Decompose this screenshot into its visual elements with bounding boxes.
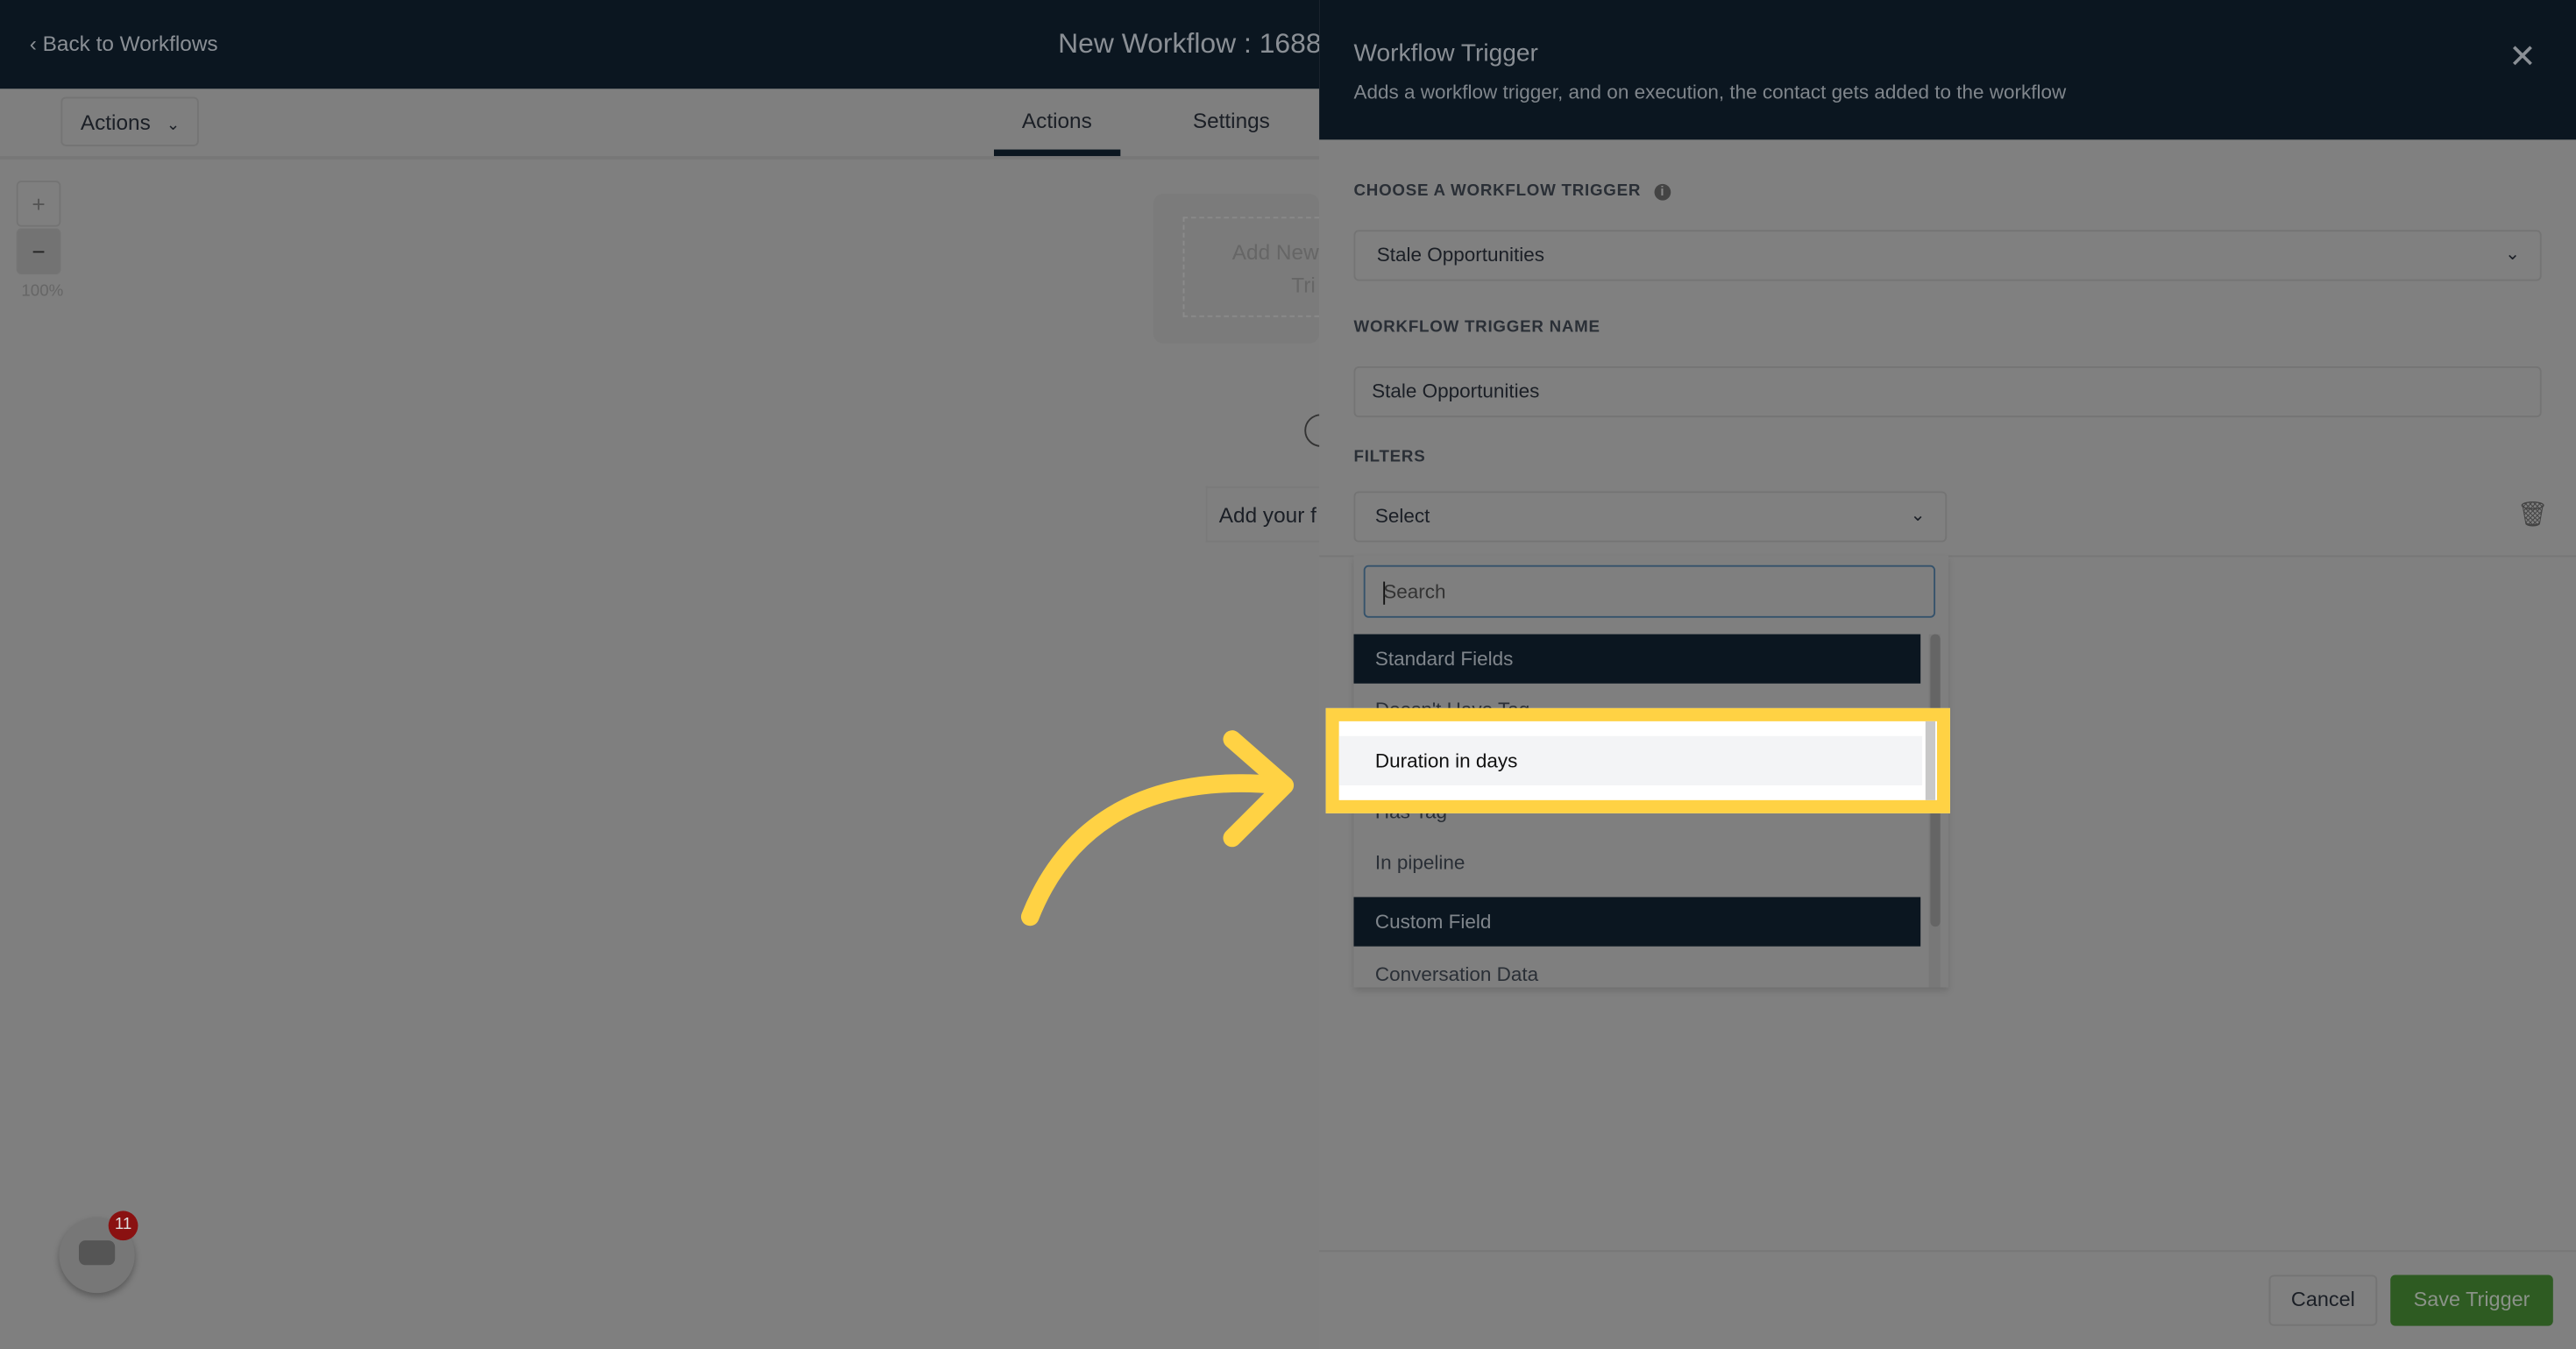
- zoom-out-button[interactable]: −: [16, 228, 61, 275]
- active-tab-indicator: [994, 149, 1121, 157]
- trigger-label: CHOOSE A WORKFLOW TRIGGER i: [1354, 182, 1671, 201]
- tab-actions[interactable]: Actions: [1022, 109, 1092, 133]
- option-duration-in-days[interactable]: Duration in days: [1338, 735, 1923, 785]
- zoom-in-button[interactable]: +: [16, 181, 61, 227]
- chevron-down-icon: ⌄: [166, 117, 181, 135]
- footer-divider: [1319, 1250, 2576, 1253]
- info-icon: i: [1654, 183, 1671, 201]
- dropdown-search-input[interactable]: Search: [1363, 564, 1936, 618]
- add-action-card[interactable]: Add your f: [1205, 486, 1320, 543]
- trigger-select[interactable]: Stale Opportunities ⌄: [1353, 230, 2542, 281]
- add-trigger-placeholder[interactable]: Add New Tri: [1182, 217, 1320, 317]
- trigger-name-input[interactable]: Stale Opportunities: [1353, 366, 2542, 418]
- cancel-button[interactable]: Cancel: [2268, 1274, 2378, 1326]
- highlight-box: Duration in days: [1325, 707, 1950, 813]
- workflow-title: New Workflow : 1688: [1058, 27, 1322, 60]
- group-header-custom-field: Custom Field: [1353, 897, 1921, 947]
- tab-settings[interactable]: Settings: [1193, 109, 1270, 133]
- annotation-arrow-icon: [1020, 730, 1295, 927]
- chevron-left-icon: ‹: [29, 31, 43, 56]
- chat-icon: [78, 1240, 116, 1266]
- group-header-standard-fields: Standard Fields: [1353, 634, 1921, 684]
- chevron-down-icon: ⌄: [1910, 506, 1926, 526]
- trigger-name-label: WORKFLOW TRIGGER NAME: [1353, 318, 1600, 337]
- panel-title: Workflow Trigger: [1353, 39, 1538, 67]
- zoom-level: 100%: [21, 282, 64, 302]
- filter-field-select[interactable]: Select ⌄: [1353, 491, 1948, 543]
- filters-label: FILTERS: [1353, 448, 1426, 467]
- save-trigger-button[interactable]: Save Trigger: [2390, 1274, 2553, 1326]
- panel-subtitle: Adds a workflow trigger, and on executio…: [1353, 80, 2067, 104]
- screen: ‹ Back to Workflows New Workflow : 1688 …: [0, 0, 2576, 1349]
- workflow-trigger-panel: Workflow Trigger Adds a workflow trigger…: [1319, 0, 2576, 1349]
- panel-header: [1319, 0, 2576, 140]
- chevron-down-icon: ⌄: [2505, 245, 2521, 265]
- option-in-pipeline[interactable]: In pipeline: [1375, 851, 1465, 874]
- close-icon[interactable]: ✕: [2509, 36, 2536, 77]
- highlight-scrollbar: [1925, 721, 1936, 800]
- notification-badge: 11: [108, 1211, 138, 1241]
- actions-dropdown[interactable]: Actions ⌄: [60, 96, 199, 146]
- option-conversation-data[interactable]: Conversation Data: [1375, 962, 1538, 985]
- trash-icon[interactable]: 🗑: [2517, 500, 2549, 529]
- back-to-workflows-link[interactable]: ‹ Back to Workflows: [30, 32, 218, 56]
